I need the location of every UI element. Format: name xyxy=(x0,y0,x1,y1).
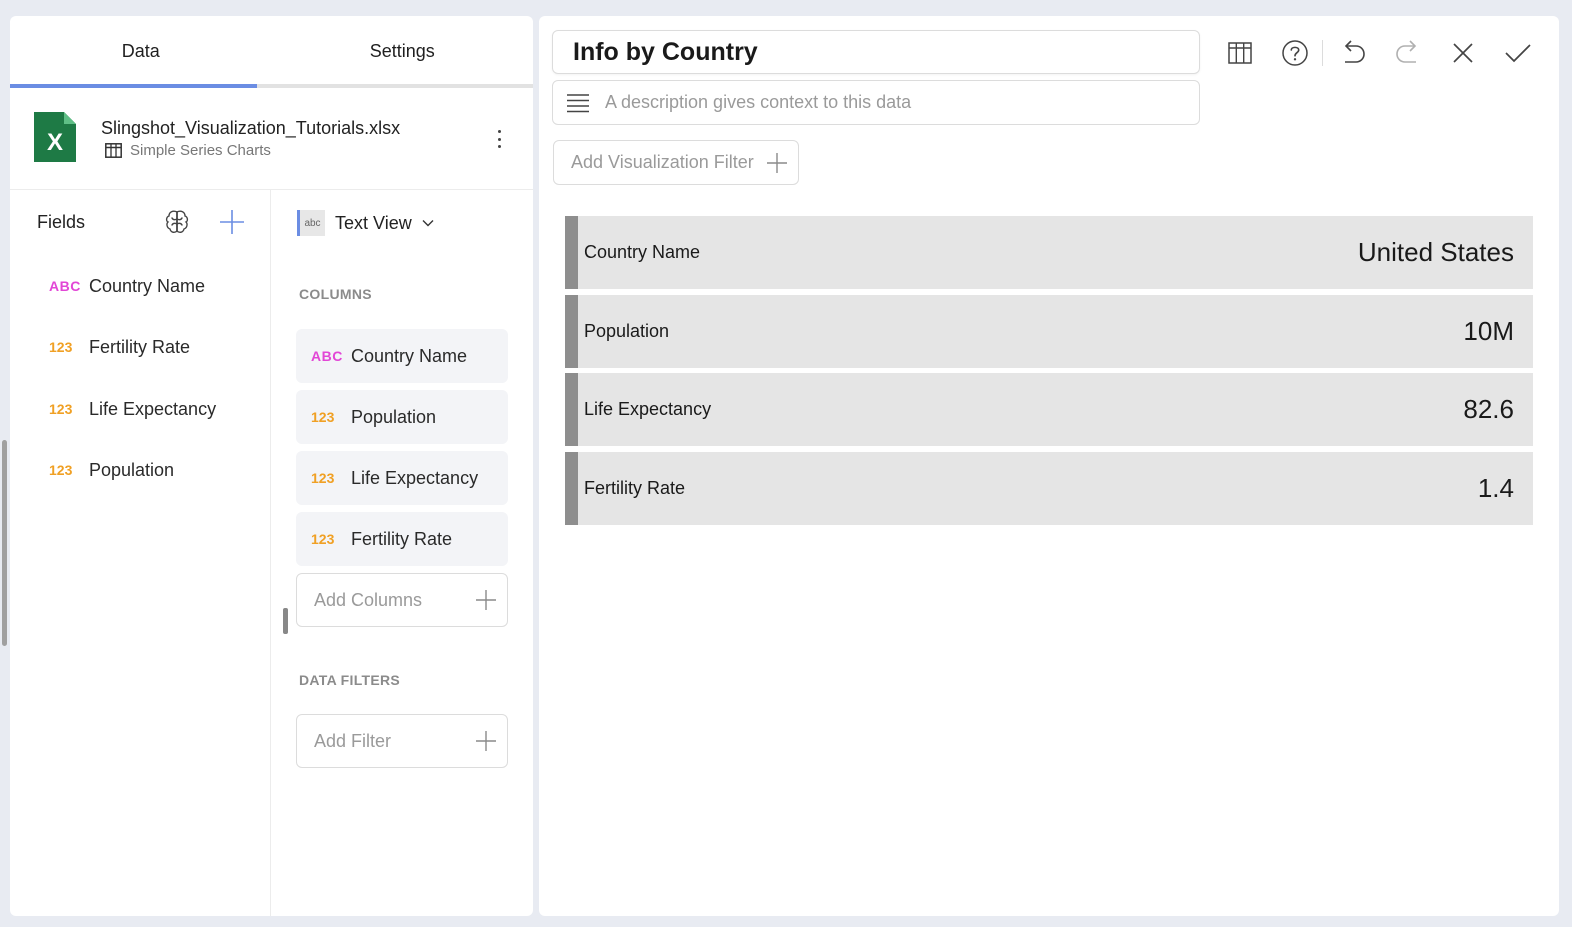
close-icon xyxy=(1453,43,1473,63)
kpi-label: Fertility Rate xyxy=(584,478,686,498)
field-label: Fertility Rate xyxy=(89,336,191,357)
more-options-icon[interactable] xyxy=(492,126,506,152)
table-view-button[interactable] xyxy=(1225,38,1255,68)
kpi-row-fertility-rate: Fertility Rate 1.4 xyxy=(565,452,1533,525)
column-pill-population[interactable]: 123 Population xyxy=(296,390,508,444)
kpi-label: Country Name xyxy=(584,242,701,262)
table-icon xyxy=(105,143,122,158)
plus-icon xyxy=(767,152,787,173)
field-label: Life Expectancy xyxy=(89,398,217,419)
string-type-icon: ABC xyxy=(311,348,343,364)
data-filters-section-label: DATA FILTERS xyxy=(299,672,401,688)
chevron-down-icon xyxy=(422,220,434,227)
plus-icon xyxy=(476,731,496,751)
tab-settings[interactable]: Settings xyxy=(272,16,534,88)
number-type-icon: 123 xyxy=(49,462,73,478)
toolbar-separator xyxy=(1322,40,1323,66)
source-sheet: Simple Series Charts xyxy=(105,142,271,159)
number-type-icon: 123 xyxy=(49,401,73,417)
column-pill-fertility-rate[interactable]: 123 Fertility Rate xyxy=(296,512,508,566)
plus-icon xyxy=(476,590,496,610)
add-filter-label: Add Filter xyxy=(314,730,392,751)
visualization-editor: Info by Country A description gives cont… xyxy=(539,16,1559,916)
kpi-accent-bar xyxy=(565,452,578,525)
kpi-accent-bar xyxy=(565,295,578,368)
panel-tabs: Data Settings xyxy=(10,16,533,88)
visualization-type-label: Text View xyxy=(335,212,412,233)
column-label: Life Expectancy xyxy=(351,467,479,488)
kpi-label: Life Expectancy xyxy=(584,399,712,419)
add-columns-button[interactable]: Add Columns xyxy=(296,573,508,627)
add-filter-button[interactable]: Add Filter xyxy=(296,714,508,768)
description-lines-icon xyxy=(567,93,589,112)
editor-toolbar xyxy=(1225,38,1533,68)
field-item-fertility-rate[interactable]: 123 Fertility Rate xyxy=(49,332,190,362)
visualization-title-input[interactable]: Info by Country xyxy=(552,30,1200,74)
column-label: Fertility Rate xyxy=(351,528,453,549)
help-icon xyxy=(1282,40,1308,66)
kpi-label: Population xyxy=(584,321,670,341)
add-visualization-filter-button[interactable]: Add Visualization Filter xyxy=(553,140,799,185)
left-scrollbar[interactable] xyxy=(2,440,7,646)
visualization-type-dropdown[interactable]: abc Text View xyxy=(297,210,434,236)
undo-icon xyxy=(1344,40,1365,63)
kpi-value: 82.6 xyxy=(1463,394,1514,424)
help-button[interactable] xyxy=(1280,38,1310,68)
kpi-value: United States xyxy=(1357,237,1514,267)
fields-column: Fields ABC Country Name 123 Fertility Ra… xyxy=(10,190,271,916)
columns-section-label: COLUMNS xyxy=(299,286,372,302)
column-label: Country Name xyxy=(351,345,468,366)
kpi-row-life-expectancy: Life Expectancy 82.6 xyxy=(565,373,1533,446)
excel-letter: X xyxy=(47,129,63,156)
checkmark-icon xyxy=(1505,44,1531,63)
excel-file-icon: X xyxy=(34,112,76,162)
source-sheet-name: Simple Series Charts xyxy=(130,142,271,159)
fields-title: Fields xyxy=(37,212,86,232)
kpi-accent-bar xyxy=(565,373,578,446)
number-type-icon: 123 xyxy=(311,470,335,486)
add-field-plus-icon[interactable] xyxy=(219,209,245,235)
field-item-life-expectancy[interactable]: 123 Life Expectancy xyxy=(49,394,216,424)
brain-icon[interactable] xyxy=(163,208,191,236)
confirm-button[interactable] xyxy=(1503,38,1533,68)
kpi-value: 1.4 xyxy=(1477,473,1514,503)
data-source: X Slingshot_Visualization_Tutorials.xlsx… xyxy=(10,88,533,190)
source-file-name: Slingshot_Visualization_Tutorials.xlsx xyxy=(101,118,401,138)
kpi-row-country-name: Country Name United States xyxy=(565,216,1533,289)
number-type-icon: 123 xyxy=(311,531,335,547)
column-pill-country-name[interactable]: ABC Country Name xyxy=(296,329,508,383)
column-resize-handle[interactable] xyxy=(283,608,288,634)
number-type-icon: 123 xyxy=(49,339,73,355)
add-columns-label: Add Columns xyxy=(314,589,423,610)
add-visualization-filter-label: Add Visualization Filter xyxy=(571,152,754,172)
tab-data[interactable]: Data xyxy=(10,16,272,88)
redo-icon xyxy=(1396,40,1417,63)
description-placeholder: A description gives context to this data xyxy=(605,92,912,112)
kpi-accent-bar xyxy=(565,216,578,289)
field-item-population[interactable]: 123 Population xyxy=(49,455,174,485)
field-label: Population xyxy=(89,459,175,480)
kpi-value: 10M xyxy=(1463,316,1514,346)
column-label: Population xyxy=(351,406,437,427)
string-type-icon: ABC xyxy=(49,278,81,294)
close-button[interactable] xyxy=(1448,38,1478,68)
number-type-icon: 123 xyxy=(311,409,335,425)
undo-button[interactable] xyxy=(1338,38,1368,68)
visualization-config-column: abc Text View COLUMNS ABC Country Name 1… xyxy=(272,190,533,916)
redo-button[interactable] xyxy=(1393,38,1423,68)
data-panel: Data Settings X Slingshot_Visualization_… xyxy=(10,16,533,916)
table-columns-icon xyxy=(1228,42,1252,64)
description-input[interactable]: A description gives context to this data xyxy=(552,80,1200,125)
text-view-icon: abc xyxy=(297,210,325,236)
field-label: Country Name xyxy=(89,275,206,296)
kpi-row-population: Population 10M xyxy=(565,295,1533,368)
field-item-country-name[interactable]: ABC Country Name xyxy=(49,271,205,301)
column-pill-life-expectancy[interactable]: 123 Life Expectancy xyxy=(296,451,508,505)
